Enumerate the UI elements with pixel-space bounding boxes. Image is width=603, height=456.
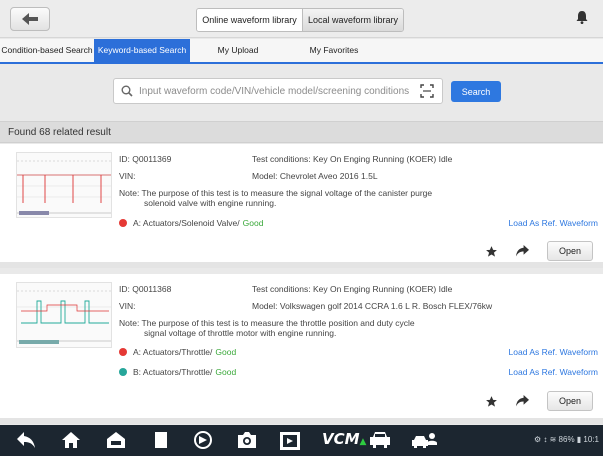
channel-a: A: Actuators/Throttle/ Good: [119, 347, 236, 357]
result-card[interactable]: ID: Q0011369 Test conditions: Key On Eng…: [0, 144, 603, 268]
favorite-star-icon[interactable]: [485, 245, 498, 258]
load-as-ref-waveform-link[interactable]: Load As Ref. Waveform: [509, 347, 598, 357]
test-conditions: Test conditions: Key On Enging Running (…: [252, 284, 453, 294]
result-card[interactable]: ID: Q0011368 Test conditions: Key On Eng…: [0, 274, 603, 424]
scan-icon[interactable]: [420, 84, 434, 98]
top-bar: Online waveform library Local waveform l…: [0, 0, 603, 38]
channel-status: Good: [242, 218, 264, 228]
share-icon[interactable]: [516, 245, 529, 257]
load-as-ref-waveform-link[interactable]: Load As Ref. Waveform: [509, 367, 598, 377]
channel-color-dot: [119, 368, 127, 376]
screen-capture-icon[interactable]: [279, 431, 301, 451]
vcm-icon[interactable]: VCM▲: [322, 430, 366, 448]
vcm-signal-icon: ▲: [359, 437, 367, 447]
tab-label: Keyword-based Search: [97, 45, 187, 55]
card-actions: Open: [485, 391, 593, 411]
remote-expert-icon[interactable]: [412, 431, 438, 449]
test-conditions: Test conditions: Key On Enging Running (…: [252, 154, 453, 164]
channel-color-dot: [119, 348, 127, 356]
tab-condition-based-search[interactable]: Condition-based Search: [0, 39, 94, 62]
recent-apps-icon[interactable]: [151, 431, 171, 449]
back-button[interactable]: [10, 7, 50, 31]
note-line: Note: The purpose of this test is to mea…: [119, 318, 415, 328]
channel-label: B: Actuators/Throttle/: [133, 367, 213, 377]
vehicle-icon[interactable]: [369, 431, 391, 449]
channel-status: Good: [215, 347, 237, 357]
search-tabs: Condition-based Search Keyword-based Sea…: [0, 39, 603, 64]
vin-label: VIN:: [119, 301, 136, 311]
tab-my-favorites[interactable]: My Favorites: [286, 39, 382, 62]
note-line: signal voltage of throttle motor with en…: [144, 328, 337, 338]
tab-label: My Favorites: [309, 45, 359, 55]
waveform-thumbnail[interactable]: [16, 152, 112, 218]
channel-a: A: Actuators/Solenoid Valve/ Good: [119, 218, 263, 228]
tab-label: My Upload: [217, 45, 259, 55]
vin-label: VIN:: [119, 171, 136, 181]
open-button[interactable]: Open: [547, 391, 593, 411]
channel-label: A: Actuators/Throttle/: [133, 347, 213, 357]
open-button[interactable]: Open: [547, 241, 593, 261]
channel-b: B: Actuators/Throttle/ Good: [119, 367, 236, 377]
tab-online-waveform-library[interactable]: Online waveform library: [197, 9, 303, 31]
channel-status: Good: [215, 367, 237, 377]
search-icon: [121, 85, 133, 97]
search-placeholder: Input waveform code/VIN/vehicle model/sc…: [139, 85, 410, 97]
battery-level: 86%: [558, 435, 575, 444]
vehicle-model: Model: Chevrolet Aveo 2016 1.5L: [252, 171, 378, 181]
favorite-star-icon[interactable]: [485, 395, 498, 408]
tab-local-waveform-library[interactable]: Local waveform library: [303, 9, 403, 31]
search-input[interactable]: Input waveform code/VIN/vehicle model/sc…: [113, 78, 443, 104]
card-actions: Open: [485, 241, 593, 261]
library-switch: Online waveform library Local waveform l…: [196, 8, 404, 32]
result-count: Found 68 related result: [0, 121, 603, 143]
vcm-label: VCM: [322, 430, 360, 448]
load-as-ref-waveform-link[interactable]: Load As Ref. Waveform: [509, 218, 598, 228]
back-arrow-icon: [22, 13, 38, 25]
waveform-id: ID: Q0011368: [119, 284, 172, 294]
battery-icon: ▮ 10:1: [576, 435, 599, 444]
channel-color-dot: [119, 219, 127, 227]
system-nav-bar: VCM▲ ⚙ ↕ ≋ 86% ▮ 10:1: [0, 425, 603, 456]
channel-label: A: Actuators/Solenoid Valve/: [133, 218, 240, 228]
vehicle-model: Model: Volkswagen golf 2014 CCRA 1.6 L R…: [252, 301, 493, 311]
status-bar: ⚙ ↕ ≋ 86% ▮ 10:1: [534, 435, 599, 444]
notification-icon: ⚙ ↕ ≋: [533, 435, 557, 444]
waveform-thumbnail[interactable]: [16, 282, 112, 348]
home-icon[interactable]: [61, 431, 81, 449]
camera-icon[interactable]: [236, 431, 258, 449]
tab-my-upload[interactable]: My Upload: [190, 39, 286, 62]
note-line: Note: The purpose of this test is to mea…: [119, 188, 433, 198]
browser-icon[interactable]: [193, 431, 213, 449]
test-note: Note: The purpose of this test is to mea…: [119, 318, 459, 338]
back-icon[interactable]: [16, 431, 36, 449]
search-area: Input waveform code/VIN/vehicle model/sc…: [0, 66, 603, 118]
search-button[interactable]: Search: [451, 81, 501, 102]
share-icon[interactable]: [516, 395, 529, 407]
waveform-id: ID: Q0011369: [119, 154, 172, 164]
test-note: Note: The purpose of this test is to mea…: [119, 188, 459, 208]
car-home-icon[interactable]: [106, 431, 126, 449]
tab-label: Condition-based Search: [1, 45, 93, 55]
tab-keyword-based-search[interactable]: Keyword-based Search: [94, 39, 190, 62]
note-line: solenoid valve with engine running.: [144, 198, 277, 208]
bell-icon[interactable]: [576, 11, 588, 24]
